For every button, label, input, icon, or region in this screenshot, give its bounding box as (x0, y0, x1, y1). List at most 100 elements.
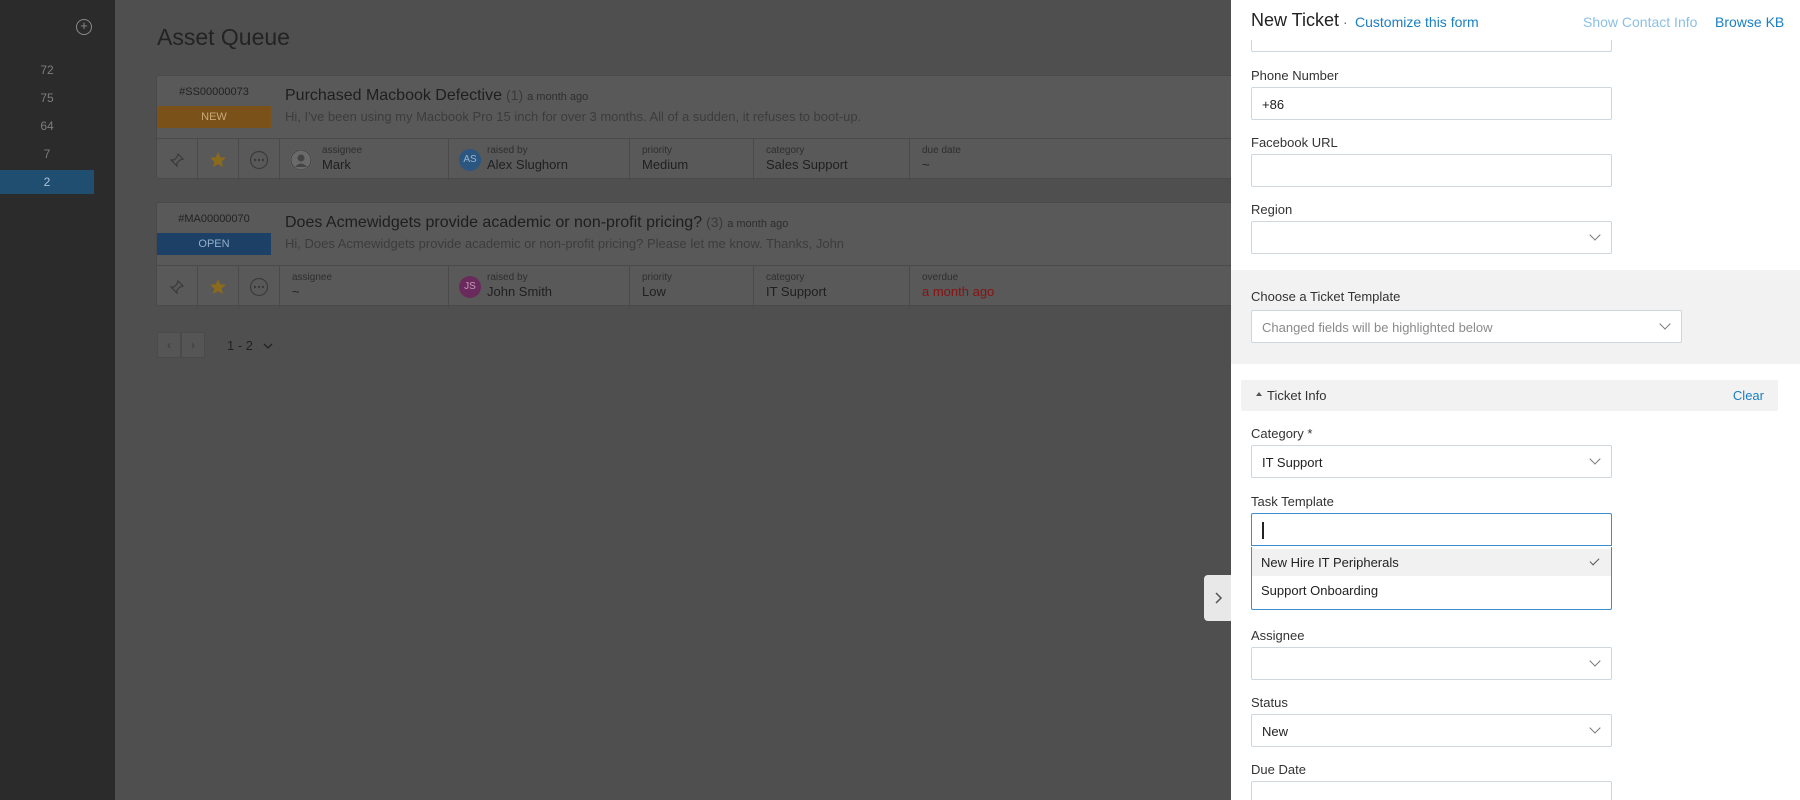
due-date-value: ~ (922, 157, 930, 172)
due-date-field[interactable]: overdue a month ago (910, 266, 1110, 308)
avatar (290, 149, 312, 171)
facebook-url-input[interactable] (1251, 154, 1612, 187)
due-date-field[interactable]: due date ~ (910, 139, 1110, 181)
region-select[interactable] (1251, 221, 1612, 254)
left-nav: + 72 75 64 7 2 (0, 0, 115, 800)
due-date-label: due date (922, 145, 961, 156)
reply-count: (1) (506, 87, 524, 103)
show-contact-info-link[interactable]: Show Contact Info (1583, 14, 1697, 30)
page-range-label: 1 - 2 (227, 337, 254, 353)
panel-header: New Ticket · Customize this form Show Co… (1231, 0, 1800, 40)
due-date-input[interactable] (1251, 781, 1612, 800)
category-field[interactable]: category Sales Support (754, 139, 910, 181)
pin-button[interactable] (157, 266, 198, 308)
raised-by-label: raised by (487, 145, 528, 156)
ticket-footer: assignee Mark AS raised by Alex Slughorn… (157, 138, 1231, 181)
ticket-title[interactable]: Purchased Macbook Defective (1) a month ag… (285, 87, 588, 105)
raised-by-field[interactable]: AS raised by Alex Slughorn (449, 139, 630, 181)
ticket-card[interactable]: #SS00000073 NEW Purchased Macbook Defect… (156, 75, 1231, 181)
reply-count: (3) (706, 214, 724, 230)
dropdown-option[interactable]: New Hire IT Peripherals (1252, 549, 1611, 576)
customize-form-link[interactable]: Customize this form (1355, 14, 1479, 30)
status-select[interactable]: New (1251, 714, 1612, 747)
clear-button[interactable]: Clear (1733, 388, 1764, 403)
phone-input[interactable]: +86 (1251, 87, 1612, 120)
nav-count-item[interactable]: 72 (0, 58, 94, 82)
ticket-title-text[interactable]: Does Acmewidgets provide academic or non… (285, 214, 702, 231)
page-range-select[interactable]: 1 - 2 (227, 338, 273, 353)
ticket-template-placeholder: Changed fields will be highlighted below (1262, 320, 1493, 335)
page-title: Asset Queue (157, 24, 290, 50)
pagination: ‹ › 1 - 2 (157, 332, 273, 358)
assignee-select[interactable] (1251, 647, 1612, 680)
browse-kb-link[interactable]: Browse KB (1715, 14, 1784, 30)
priority-field[interactable]: priority Medium (630, 139, 754, 181)
star-icon (210, 279, 226, 294)
status-badge: NEW (157, 106, 271, 128)
more-icon (249, 150, 269, 170)
priority-label: priority (642, 145, 673, 156)
priority-label: priority (642, 272, 673, 283)
ticket-id: #SS00000073 (179, 86, 249, 98)
phone-value: +86 (1262, 97, 1285, 112)
chevron-down-icon (1659, 318, 1671, 330)
nav-count-item[interactable]: 7 (0, 142, 94, 166)
star-icon (210, 152, 226, 167)
region-label: Region (1251, 202, 1293, 217)
avatar: JS (459, 276, 481, 298)
chevron-down-icon (1589, 453, 1601, 465)
next-page-button[interactable]: › (181, 332, 205, 358)
more-button[interactable] (239, 266, 280, 308)
queue-area: Asset Queue #SS00000073 NEW Purchased Ma… (115, 0, 1231, 800)
status-badge: OPEN (157, 233, 271, 255)
task-template-label: Task Template (1251, 494, 1334, 509)
status-label: Status (1251, 695, 1288, 710)
category-value: Sales Support (766, 157, 848, 172)
pin-button[interactable] (157, 139, 198, 181)
avatar: AS (459, 149, 481, 171)
chevron-down-icon (263, 343, 273, 349)
star-button[interactable] (198, 266, 239, 308)
category-value: IT Support (766, 284, 827, 299)
ticket-card[interactable]: #MA00000070 OPEN Does Acmewidgets provid… (156, 202, 1231, 308)
ticket-time: a month ago (727, 218, 789, 230)
ticket-title-text[interactable]: Purchased Macbook Defective (285, 87, 502, 104)
nav-count-item[interactable]: 75 (0, 86, 94, 110)
ticket-id: #MA00000070 (178, 213, 250, 225)
task-template-input[interactable] (1251, 513, 1612, 546)
add-icon[interactable]: + (76, 19, 92, 35)
ticket-title[interactable]: Does Acmewidgets provide academic or non… (285, 214, 788, 232)
chevron-down-icon (1589, 655, 1601, 667)
assignee-label: Assignee (1251, 628, 1305, 643)
priority-value: Medium (642, 157, 689, 172)
dropdown-option[interactable]: Support Onboarding (1252, 577, 1611, 604)
ticket-time: a month ago (527, 91, 589, 103)
category-select[interactable]: IT Support (1251, 445, 1612, 478)
category-label: category (766, 272, 805, 283)
ticket-info-section-header[interactable]: Ticket Info Clear (1241, 380, 1778, 411)
category-label: category (766, 145, 805, 156)
priority-field[interactable]: priority Low (630, 266, 754, 308)
assignee-field[interactable]: assignee Mark (280, 139, 449, 181)
star-button[interactable] (198, 139, 239, 181)
checkmark-icon (1589, 555, 1600, 566)
due-date-label: Due Date (1251, 762, 1306, 777)
collapse-panel-handle[interactable] (1204, 575, 1231, 621)
raised-by-field[interactable]: JS raised by John Smith (449, 266, 630, 308)
more-icon (249, 277, 269, 297)
more-button[interactable] (239, 139, 280, 181)
text-caret (1262, 522, 1264, 539)
prev-page-button[interactable]: ‹ (157, 332, 181, 358)
assignee-value: ~ (292, 284, 300, 299)
category-field[interactable]: category IT Support (754, 266, 910, 308)
pin-icon (169, 152, 185, 168)
raised-by-value: Alex Slughorn (487, 157, 568, 172)
assignee-label: assignee (322, 145, 363, 156)
ticket-snippet: Hi, I've been using my Macbook Pro 15 in… (285, 109, 862, 124)
nav-count-item[interactable]: 64 (0, 114, 94, 138)
phone-label: Phone Number (1251, 68, 1339, 83)
assignee-field[interactable]: assignee ~ (280, 266, 449, 308)
ticket-template-select[interactable]: Changed fields will be highlighted below (1251, 310, 1682, 343)
raised-by-label: raised by (487, 272, 528, 283)
nav-count-item-active[interactable]: 2 (0, 170, 94, 194)
